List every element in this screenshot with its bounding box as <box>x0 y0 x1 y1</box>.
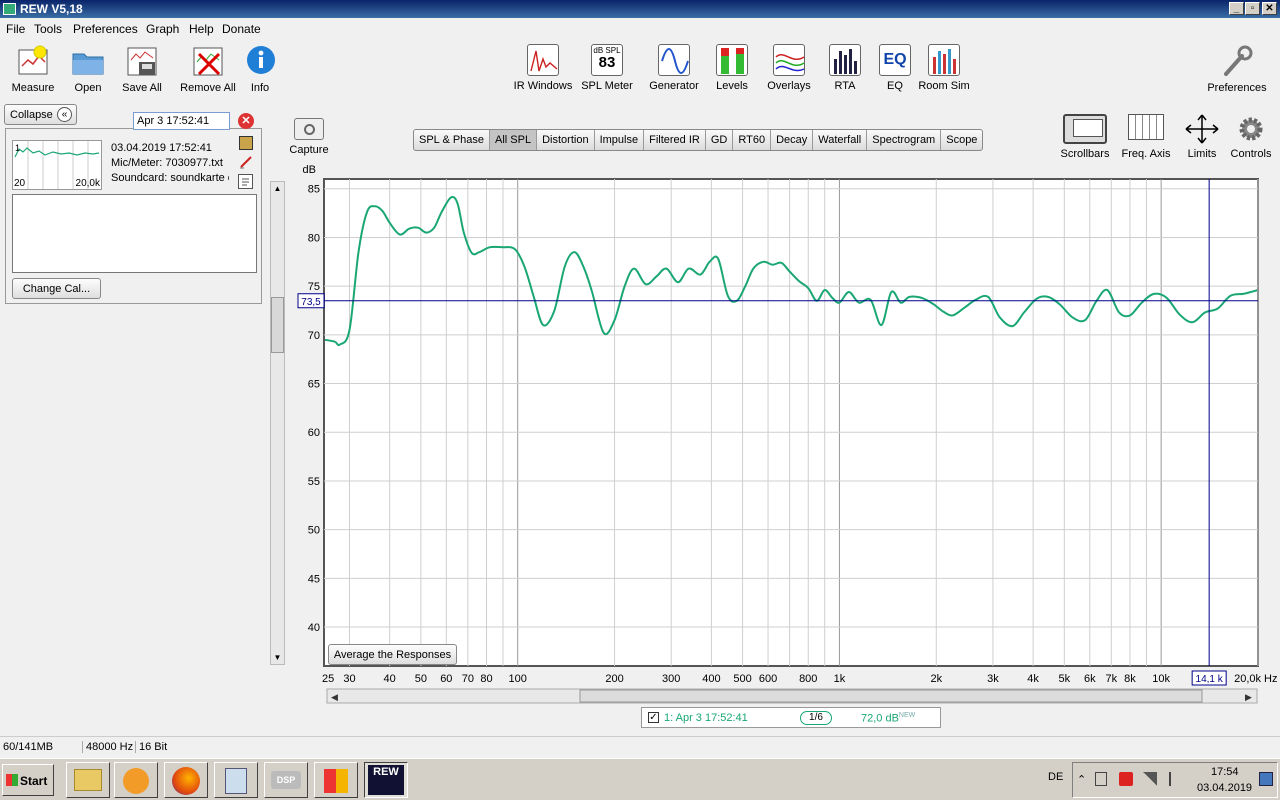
bit-depth-status: 16 Bit <box>135 741 167 753</box>
app-tiles-icon <box>324 769 348 793</box>
sample-rate-status: 48000 Hz <box>82 741 133 753</box>
cursor-y-label: 73,5 <box>301 297 321 308</box>
x-tick-label: 800 <box>799 673 817 685</box>
x-tick-label: 6k <box>1084 673 1096 685</box>
rew-window: REW V5,18 _ ▫ ✕ File Tools Preferences G… <box>0 0 1280 800</box>
memory-status: 60/141MB <box>3 741 54 753</box>
x-tick-label: 20,0k <box>1234 673 1261 685</box>
x-tick-label: 30 <box>343 673 355 685</box>
y-tick-label: 60 <box>308 427 320 439</box>
x-tick-label: 10k <box>1152 673 1170 685</box>
status-bar: 60/141MB 48000 Hz 16 Bit <box>0 736 1280 756</box>
y-tick-label: 45 <box>308 573 320 585</box>
tray-network-icon[interactable] <box>1143 772 1157 786</box>
x-tick-label: 100 <box>509 673 527 685</box>
scroll-right-arrow[interactable]: ▶ <box>1245 692 1252 702</box>
tray-device-icon[interactable] <box>1095 772 1107 786</box>
x-tick-label: 80 <box>480 673 492 685</box>
x-unit-label: Hz <box>1264 673 1277 685</box>
system-tray: ⌃ 17:54 03.04.2019 <box>1072 762 1278 798</box>
x-tick-label: 25 <box>322 673 334 685</box>
x-tick-label: 300 <box>662 673 680 685</box>
folder-icon <box>74 769 102 791</box>
taskbar-dsp[interactable]: DSP <box>264 762 308 798</box>
taskbar-calculator[interactable] <box>214 762 258 798</box>
horizontal-scroll-thumb[interactable] <box>579 689 1203 703</box>
plot-area <box>323 178 1259 667</box>
x-tick-label: 70 <box>462 673 474 685</box>
dsp-icon: DSP <box>271 771 301 789</box>
x-tick-label: 1k <box>834 673 846 685</box>
taskbar-app[interactable] <box>314 762 358 798</box>
legend-label: 1: Apr 3 17:52:41 <box>664 712 748 724</box>
measurement-checkbox[interactable]: ✓ <box>648 712 659 723</box>
taskbar: Start DSP REW DE ⌃ 17:54 03.04.2019 <box>0 758 1280 800</box>
x-tick-label: 8k <box>1124 673 1136 685</box>
x-tick-label: 50 <box>415 673 427 685</box>
firefox-icon <box>172 767 200 795</box>
media-player-icon <box>123 768 149 794</box>
tray-antivirus-icon[interactable] <box>1119 772 1133 786</box>
calculator-icon <box>225 768 247 794</box>
x-tick-label: 60 <box>440 673 452 685</box>
taskbar-media-player[interactable] <box>114 762 158 798</box>
taskbar-explorer[interactable] <box>66 762 110 798</box>
scroll-left-arrow[interactable]: ◀ <box>331 692 338 702</box>
x-tick-label: 4k <box>1027 673 1039 685</box>
x-tick-label: 2k <box>930 673 942 685</box>
x-tick-label: 5k <box>1058 673 1070 685</box>
x-tick-label: 500 <box>733 673 751 685</box>
x-tick-label: 600 <box>759 673 777 685</box>
x-tick-label: 40 <box>384 673 396 685</box>
y-tick-label: 70 <box>308 330 320 342</box>
y-tick-label: 85 <box>308 184 320 196</box>
legend-level: 72,0 dBNEW <box>861 712 916 725</box>
tray-date[interactable]: 03.04.2019 <box>1197 782 1252 794</box>
y-tick-label: 65 <box>308 379 320 391</box>
x-tick-label: 400 <box>702 673 720 685</box>
windows-logo-icon <box>6 774 18 786</box>
smoothing-selector[interactable]: 1/6 <box>800 711 832 725</box>
y-tick-label: 55 <box>308 476 320 488</box>
y-unit-label: dB <box>303 164 316 176</box>
spl-graph[interactable]: 85 80 75 70 65 60 55 50 45 40 dB 25 30 40 50 60 70 80 100 2… <box>0 0 1280 800</box>
y-tick-label: 40 <box>308 622 320 634</box>
x-tick-label: 7k <box>1106 673 1118 685</box>
language-indicator[interactable]: DE <box>1048 771 1063 783</box>
cursor-x-label: 14,1 k <box>1196 674 1224 685</box>
taskbar-rew[interactable]: REW <box>364 762 408 798</box>
y-tick-label: 75 <box>308 281 320 293</box>
rew-icon: REW <box>368 765 404 795</box>
show-desktop-icon[interactable] <box>1259 772 1273 786</box>
y-tick-label: 50 <box>308 525 320 537</box>
x-tick-label: 200 <box>605 673 623 685</box>
tray-flag-icon[interactable] <box>1169 772 1181 786</box>
y-tick-label: 80 <box>308 232 320 244</box>
taskbar-firefox[interactable] <box>164 762 208 798</box>
tray-expand-icon[interactable]: ⌃ <box>1077 773 1086 786</box>
tray-time[interactable]: 17:54 <box>1211 766 1239 778</box>
legend-bar: ✓ 1: Apr 3 17:52:41 1/6 72,0 dBNEW <box>641 707 941 728</box>
average-responses-button[interactable]: Average the Responses <box>328 644 457 665</box>
x-tick-label: 3k <box>987 673 999 685</box>
start-button[interactable]: Start <box>2 764 54 796</box>
